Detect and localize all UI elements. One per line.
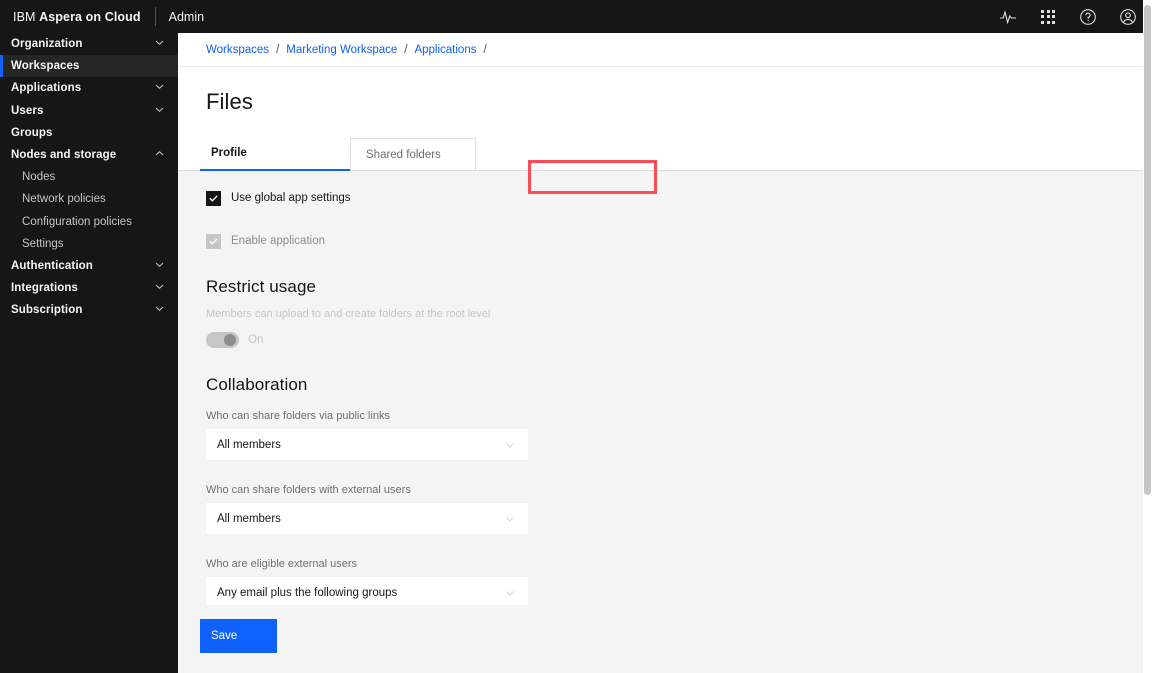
sidebar-subitem-label: Configuration policies — [22, 215, 132, 228]
toggle-knob — [224, 334, 236, 346]
sidebar-subitem-network-policies[interactable]: Network policies — [0, 188, 178, 210]
global-header: IBM Aspera on Cloud Admin — [0, 0, 1152, 33]
sidebar-item-applications[interactable]: Applications — [0, 77, 178, 99]
field-external-users-share: Who can share folders with external user… — [206, 484, 1152, 535]
field-label: Who can share folders via public links — [206, 410, 391, 422]
sidebar-item-nodes-and-storage[interactable]: Nodes and storage — [0, 144, 178, 166]
dropdown-value: All members — [217, 512, 281, 525]
field-public-links: Who can share folders via public links A… — [206, 410, 1152, 461]
chevron-down-icon[interactable] — [154, 104, 165, 118]
sidebar-list: Organization Workspaces Applications Use… — [0, 33, 178, 321]
sidebar-item-groups[interactable]: Groups — [0, 122, 178, 144]
save-button[interactable]: Save — [200, 619, 277, 653]
sidebar-subitem-settings[interactable]: Settings — [0, 233, 178, 255]
restrict-usage-heading: Restrict usage — [206, 277, 317, 296]
breadcrumb-separator-trailing: / — [483, 43, 487, 56]
brand-logo[interactable]: IBM Aspera on Cloud — [0, 10, 141, 24]
action-bar: Save — [178, 605, 1152, 673]
chevron-down-icon[interactable] — [154, 81, 165, 95]
chevron-down-icon[interactable] — [154, 303, 165, 317]
breadcrumb-separator: / — [404, 43, 408, 56]
sidebar-subitem-label: Settings — [22, 237, 64, 250]
sidebar-item-users[interactable]: Users — [0, 100, 178, 122]
sidebar-item-authentication[interactable]: Authentication — [0, 255, 178, 277]
enable-application-label: Enable application — [231, 235, 325, 247]
page-title: Files — [206, 89, 253, 114]
breadcrumb: Workspaces / Marketing Workspace / Appli… — [178, 33, 1152, 67]
tab-bar: Profile Shared folders — [178, 137, 1152, 171]
chevron-down-icon[interactable] — [154, 281, 165, 295]
activity-icon[interactable] — [998, 7, 1018, 27]
sidebar-subitem-nodes[interactable]: Nodes — [0, 166, 178, 188]
chevron-down-icon[interactable] — [504, 513, 516, 525]
dropdown-external-users-share[interactable]: All members — [206, 503, 528, 535]
breadcrumb-item-marketing-workspace[interactable]: Marketing Workspace — [286, 44, 397, 56]
field-eligible-external-users: Who are eligible external users Any emai… — [206, 558, 1152, 609]
sidebar-item-label: Groups — [11, 126, 53, 139]
tab-profile[interactable]: Profile — [200, 137, 350, 171]
dropdown-value: Any email plus the following groups — [217, 586, 398, 599]
sidebar-item-workspaces[interactable]: Workspaces — [0, 55, 178, 78]
dropdown-value: All members — [217, 438, 281, 451]
sidebar-subitem-label: Network policies — [22, 193, 106, 206]
dropdown-public-links[interactable]: All members — [206, 429, 528, 461]
settings-panel: Use global app settings Enable applicati… — [178, 190, 1152, 673]
breadcrumb-item-workspaces[interactable]: Workspaces — [206, 44, 269, 56]
tab-label: Shared folders — [366, 148, 441, 161]
chevron-down-icon[interactable] — [504, 587, 516, 599]
app-root: IBM Aspera on Cloud Admin Organization W… — [0, 0, 1152, 673]
main-content: Workspaces / Marketing Workspace / Appli… — [178, 33, 1152, 673]
sidebar-item-label: Nodes and storage — [11, 149, 117, 162]
sidebar-item-label: Applications — [11, 82, 82, 95]
checkbox-checked-disabled-icon — [206, 233, 221, 249]
sidebar-item-label: Subscription — [11, 304, 83, 317]
chevron-down-icon[interactable] — [154, 259, 165, 273]
chevron-down-icon[interactable] — [504, 439, 516, 451]
user-avatar-icon[interactable] — [1118, 7, 1138, 27]
enable-application-row: Enable application — [206, 233, 1152, 249]
sidebar-subitem-configuration-policies[interactable]: Configuration policies — [0, 211, 178, 233]
restrict-usage-toggle — [206, 332, 239, 348]
sidebar-nav: Organization Workspaces Applications Use… — [0, 33, 178, 673]
brand-prefix: IBM — [13, 9, 40, 24]
brand-name: Aspera on Cloud — [39, 9, 141, 24]
header-divider — [154, 7, 156, 26]
sidebar-item-label: Workspaces — [11, 60, 80, 73]
checkbox-checked-icon[interactable] — [206, 190, 221, 206]
chevron-up-icon[interactable] — [154, 148, 165, 162]
sidebar-item-label: Authentication — [11, 259, 93, 272]
sidebar-subitem-label: Nodes — [22, 171, 56, 184]
use-global-app-settings-row[interactable]: Use global app settings — [206, 190, 1152, 206]
sidebar-item-subscription[interactable]: Subscription — [0, 299, 178, 321]
collaboration-heading: Collaboration — [206, 375, 308, 394]
tab-shared-folders[interactable]: Shared folders — [350, 138, 476, 171]
vertical-scrollbar[interactable] — [1143, 0, 1152, 673]
restrict-usage-helper-text: Members can upload to and create folders… — [206, 308, 491, 320]
breadcrumb-item-applications[interactable]: Applications — [414, 44, 476, 56]
sidebar-item-label: Users — [11, 104, 44, 117]
restrict-usage-toggle-row: On — [206, 332, 1152, 348]
app-switcher-icon[interactable] — [1038, 7, 1058, 27]
scrollbar-thumb[interactable] — [1144, 5, 1151, 495]
sidebar-item-integrations[interactable]: Integrations — [0, 277, 178, 299]
header-icon-group — [998, 0, 1138, 33]
sidebar-item-label: Integrations — [11, 282, 79, 295]
sidebar-item-label: Organization — [11, 38, 83, 51]
page-header-area: Workspaces / Marketing Workspace / Appli… — [178, 33, 1152, 171]
field-label: Who can share folders with external user… — [206, 484, 411, 496]
breadcrumb-separator: / — [276, 43, 280, 56]
help-icon[interactable] — [1078, 7, 1098, 27]
restrict-usage-toggle-state: On — [248, 334, 264, 346]
field-label: Who are eligible external users — [206, 558, 358, 570]
sidebar-item-organization[interactable]: Organization — [0, 33, 178, 55]
use-global-app-settings-label: Use global app settings — [231, 192, 351, 204]
chevron-down-icon[interactable] — [154, 37, 165, 51]
header-admin-label: Admin — [168, 9, 205, 24]
tab-label: Profile — [211, 147, 247, 159]
